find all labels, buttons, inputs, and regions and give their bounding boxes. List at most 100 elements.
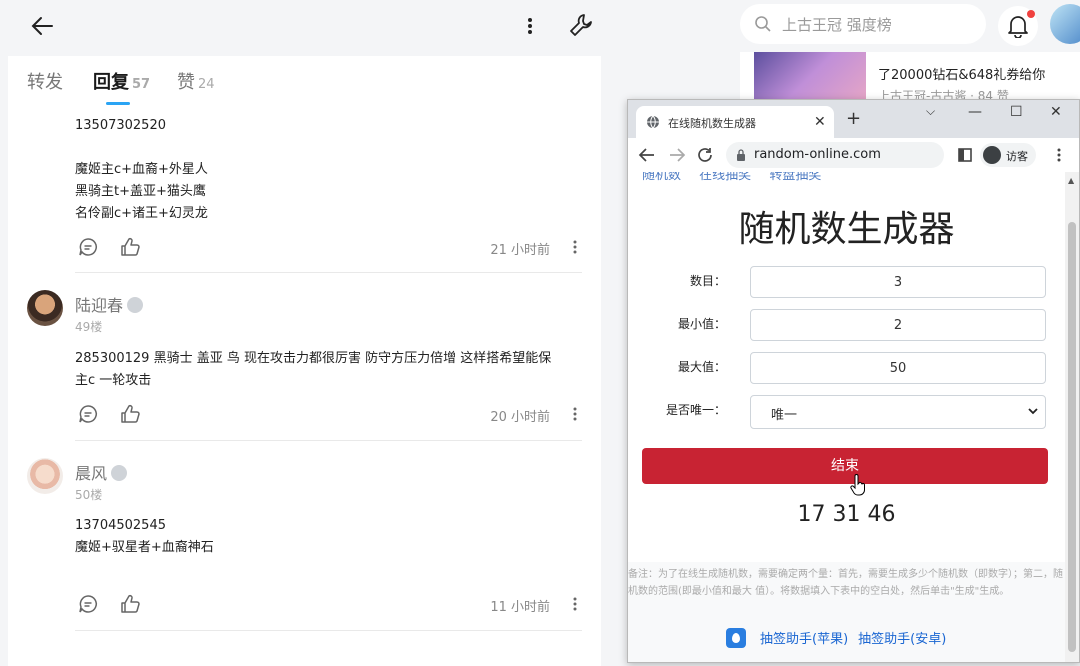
notification-dot xyxy=(1027,10,1035,18)
user-name[interactable]: 晨风 xyxy=(75,460,128,484)
comment-actions: 11 小时前 xyxy=(75,593,582,617)
tab-likes[interactable]: 赞 24 xyxy=(177,68,215,94)
back-icon[interactable] xyxy=(638,146,656,164)
comment-text: 285300129 黑骑士 盖亚 鸟 现在攻击力都很厉害 防守方压力倍增 这样搭… xyxy=(75,348,551,392)
guest-profile-button[interactable]: 访客 xyxy=(980,143,1036,167)
ios-app-link[interactable]: 抽签助手(苹果) xyxy=(760,632,848,647)
min-input[interactable] xyxy=(750,309,1046,341)
like-icon[interactable] xyxy=(119,593,141,615)
tab-label: 转发 xyxy=(27,72,63,93)
feed-thumbnail xyxy=(754,52,866,102)
tab-label: 回复 xyxy=(93,72,129,93)
tab-bar: 转发 回复 57 赞 24 xyxy=(8,56,601,105)
search-icon xyxy=(755,16,771,32)
browser-toolbar: random-online.com 访客 xyxy=(628,138,1079,173)
android-app-link[interactable]: 抽签助手(安卓) xyxy=(858,632,946,647)
unique-select[interactable]: 唯一 xyxy=(750,395,1046,429)
maximize-icon[interactable]: ☐ xyxy=(1010,104,1023,120)
close-tab-icon[interactable]: ✕ xyxy=(814,114,826,130)
floor-number: 49楼 xyxy=(75,320,103,334)
guest-label: 访客 xyxy=(1006,150,1028,163)
comment-time: 11 小时前 xyxy=(490,600,550,615)
new-tab-icon[interactable]: + xyxy=(846,108,861,129)
nav-link-lottery[interactable]: 在线抽奖 xyxy=(699,172,751,183)
web-page: 随机数 在线抽奖 转盘抽奖 随机数生成器 数目： 最小值： 最大值： 是否唯一：… xyxy=(628,172,1065,662)
page-scrollbar[interactable]: ▲ xyxy=(1065,172,1079,662)
app-logo-icon xyxy=(726,628,746,648)
note-section: 备注：为了在线生成随机数，需要确定两个量：首先，需要生成多少个随机数（即数字）；… xyxy=(628,562,1065,662)
comment-line: 13507302520 xyxy=(75,118,166,133)
globe-icon xyxy=(647,115,659,129)
forward-icon[interactable] xyxy=(668,146,686,164)
reply-icon[interactable] xyxy=(77,403,99,425)
like-icon[interactable] xyxy=(119,403,141,425)
level-badge-icon xyxy=(111,465,128,481)
reply-icon[interactable] xyxy=(77,593,99,615)
more-vertical-icon[interactable] xyxy=(568,403,582,425)
tab-count: 57 xyxy=(132,77,151,92)
tab-search-chevron-icon[interactable]: ⌵ xyxy=(926,104,935,119)
profile-icon xyxy=(983,146,1001,164)
random-result: 17 31 46 xyxy=(797,502,896,527)
avatar[interactable] xyxy=(27,290,63,326)
close-window-icon[interactable]: ✕ xyxy=(1050,104,1062,120)
min-label: 最小值： xyxy=(677,317,726,331)
stop-button[interactable]: 结束 xyxy=(642,448,1048,484)
unique-label: 是否唯一： xyxy=(665,403,726,417)
minimize-icon[interactable]: — xyxy=(968,104,982,120)
app-links: 抽签助手(苹果) 抽签助手(安卓) xyxy=(726,628,956,648)
nav-link-random[interactable]: 随机数 xyxy=(642,172,681,183)
browser-tab-strip: 在线随机数生成器 ✕ + ⌵ — ☐ ✕ xyxy=(628,100,1079,138)
reload-icon[interactable] xyxy=(696,146,714,164)
user-name-text: 陆迎春 xyxy=(75,296,124,315)
search-box[interactable] xyxy=(740,4,986,44)
address-bar[interactable]: random-online.com xyxy=(726,142,944,168)
tab-replies[interactable]: 回复 57 xyxy=(93,68,150,94)
hand-cursor-icon xyxy=(850,474,865,496)
browser-menu-icon[interactable] xyxy=(1050,146,1068,164)
scroll-up-icon[interactable]: ▲ xyxy=(1068,176,1074,185)
comment-line: 黑骑主t+盖亚+猫头鹰 xyxy=(75,184,206,199)
lock-icon xyxy=(737,149,745,161)
tab-repost[interactable]: 转发 xyxy=(27,68,63,94)
browser-tab[interactable]: 在线随机数生成器 ✕ xyxy=(636,106,834,138)
user-name[interactable]: 陆迎春 xyxy=(75,292,144,316)
search-input[interactable] xyxy=(780,12,980,38)
max-label: 最大值： xyxy=(677,360,726,374)
comment-line xyxy=(75,137,208,159)
count-input[interactable] xyxy=(750,266,1046,298)
max-input[interactable] xyxy=(750,352,1046,384)
top-bar xyxy=(0,0,1080,52)
more-vertical-icon[interactable] xyxy=(520,14,540,38)
comment-text: 13704502545 魔姬+驭星者+血裔神石 xyxy=(75,515,214,559)
more-vertical-icon[interactable] xyxy=(568,236,582,258)
page-title: 随机数生成器 xyxy=(738,209,955,250)
feed-title: 了20000钻石&648礼券给你 xyxy=(878,68,1046,83)
comment-line: 285300129 黑骑士 盖亚 鸟 现在攻击力都很厉害 防守方压力倍增 这样搭… xyxy=(75,351,552,366)
wrench-icon[interactable] xyxy=(568,12,594,38)
notification-button[interactable] xyxy=(998,6,1038,46)
like-icon[interactable] xyxy=(119,236,141,258)
url-text: random-online.com xyxy=(754,147,881,162)
unique-select-value: 唯一 xyxy=(771,408,798,423)
reading-mode-icon[interactable] xyxy=(956,146,974,164)
floor-number: 50楼 xyxy=(75,488,103,502)
count-label: 数目： xyxy=(689,274,726,288)
comment-text: 13507302520 魔姬主c+血裔+外星人 黑骑主t+盖亚+猫头鹰 名伶副c… xyxy=(75,115,208,225)
feed-card[interactable]: 了20000钻石&648礼券给你 上古王冠-古古酱 · 84 赞 xyxy=(740,52,1080,103)
nav-link-wheel[interactable]: 转盘抽奖 xyxy=(769,172,821,183)
user-name-text: 晨风 xyxy=(75,464,108,483)
scrollbar-thumb[interactable] xyxy=(1068,222,1076,652)
tab-label: 赞 xyxy=(177,72,195,93)
divider xyxy=(75,630,582,631)
browser-tab-title: 在线随机数生成器 xyxy=(668,117,756,130)
comment-line: 名伶副c+诸王+幻灵龙 xyxy=(75,206,208,221)
browser-window: 在线随机数生成器 ✕ + ⌵ — ☐ ✕ random-online.com 访… xyxy=(627,99,1080,663)
page-nav-links: 随机数 在线抽奖 转盘抽奖 xyxy=(642,172,835,183)
reply-icon[interactable] xyxy=(77,236,99,258)
more-vertical-icon[interactable] xyxy=(568,593,582,615)
avatar[interactable] xyxy=(27,458,63,494)
chevron-down-icon xyxy=(1028,408,1038,415)
back-arrow-icon[interactable] xyxy=(28,12,56,40)
user-avatar[interactable] xyxy=(1050,4,1080,44)
